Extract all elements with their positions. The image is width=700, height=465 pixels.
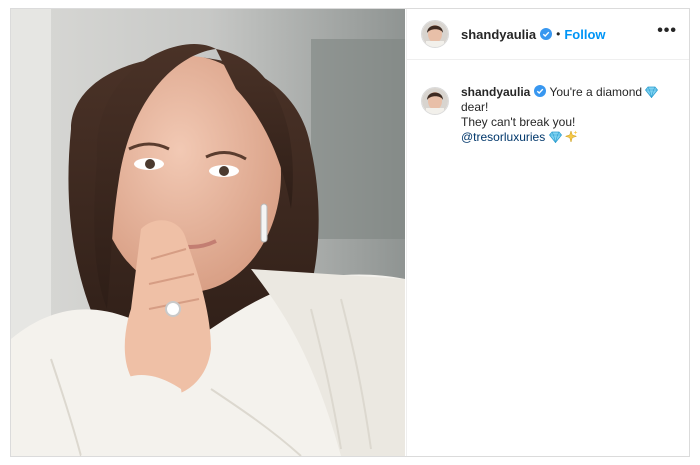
comment-username-link[interactable]: shandyaulia [461,85,530,99]
avatar[interactable] [421,87,449,115]
caption-line-1-text: You're a diamond [549,85,643,99]
mention-link[interactable]: @tresorluxuries [461,130,545,144]
caption-line-3: They can't break you! [461,115,576,129]
follow-button[interactable]: Follow [564,27,605,42]
caption-line-2: dear! [461,100,489,114]
caption-line-4: @tresorluxuries [461,130,658,145]
caption-text: shandyaulia You're a diamond dear! They … [461,85,659,145]
verified-badge-icon [540,28,553,40]
username-link[interactable]: shandyaulia [461,27,536,42]
diamond-emoji-icon [548,131,562,143]
sparkles-emoji-icon [564,130,578,143]
post-header: shandyaulia • Follow ••• [407,9,689,60]
separator-dot: • [556,27,561,41]
post-photo[interactable] [11,9,405,456]
avatar[interactable] [421,20,449,48]
avatar-image [422,88,448,114]
more-options-icon[interactable]: ••• [657,22,677,40]
post-container: shandyaulia • Follow ••• shandyaulia You… [10,8,690,457]
avatar-image [422,21,448,47]
caption-line-1: shandyaulia You're a diamond [461,85,659,100]
post-photo-image [11,9,405,456]
verified-badge-icon [534,85,547,97]
diamond-emoji-icon [645,86,659,98]
post-side-panel: shandyaulia • Follow ••• shandyaulia You… [406,9,689,456]
caption-comment: shandyaulia You're a diamond dear! They … [421,85,675,145]
